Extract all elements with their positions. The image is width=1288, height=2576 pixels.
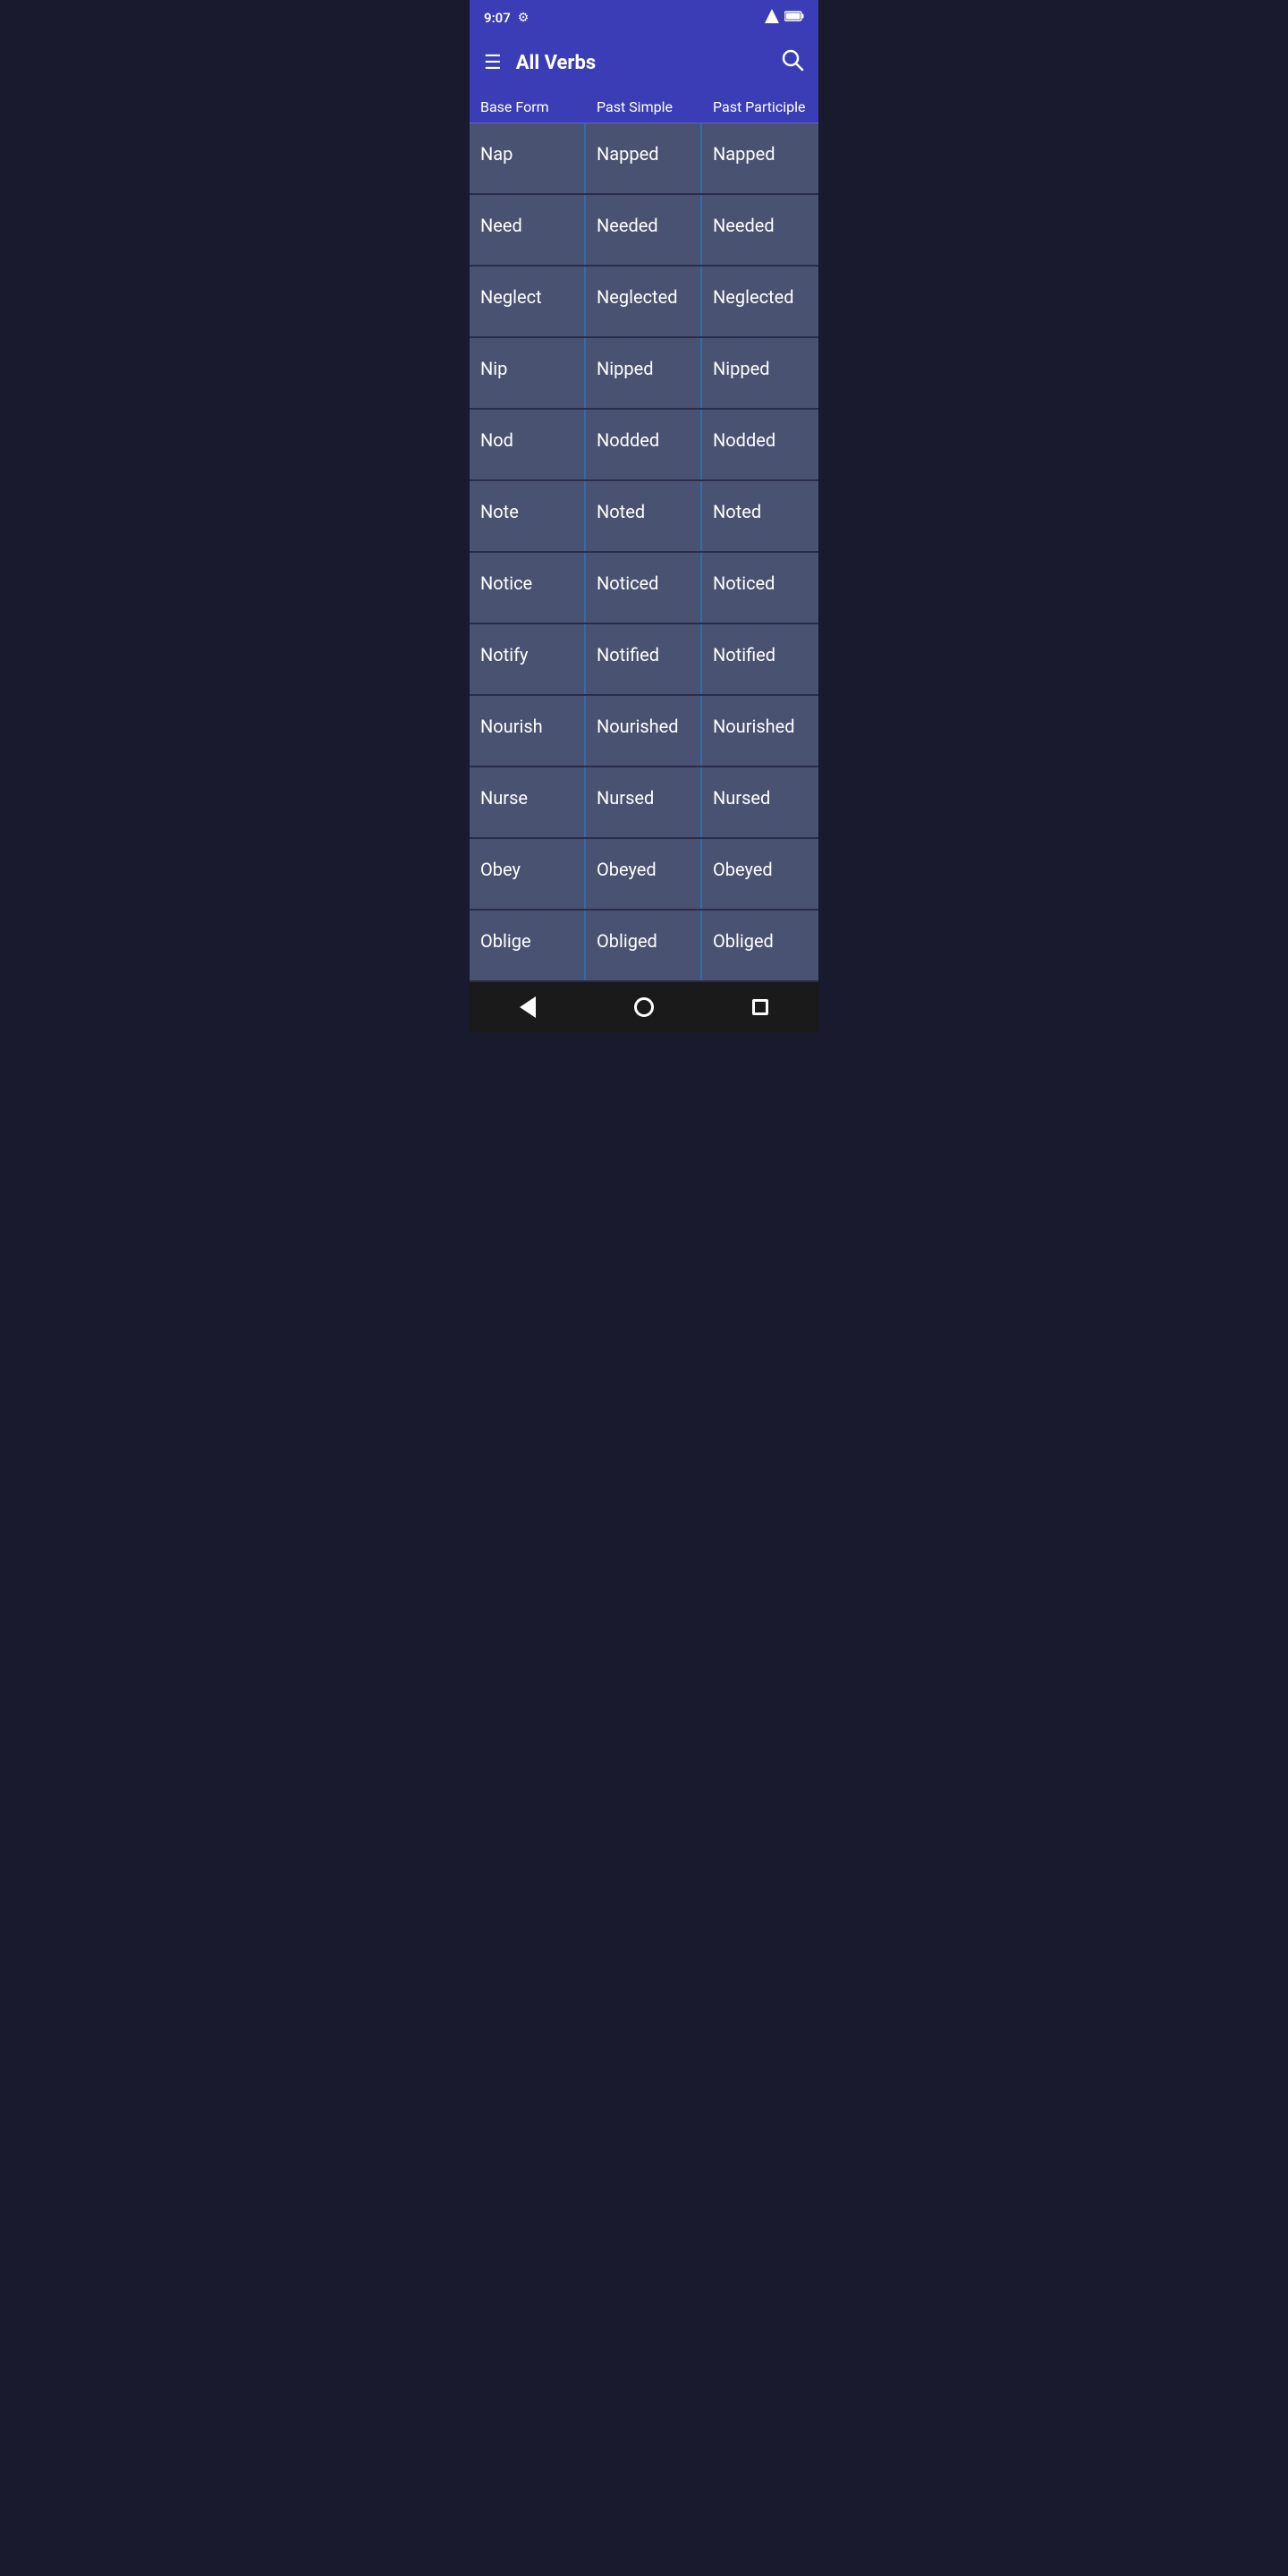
verb-past-participle: Neglected	[702, 267, 818, 336]
status-time: 9:07	[484, 10, 511, 26]
search-icon[interactable]	[781, 48, 804, 77]
verb-past-participle: Noted	[702, 481, 818, 551]
verb-base-form: Nip	[470, 338, 586, 408]
home-circle-icon	[634, 997, 654, 1017]
recent-button[interactable]	[733, 989, 787, 1025]
table-row[interactable]: NapNappedNapped	[470, 123, 818, 195]
nav-bar	[470, 982, 818, 1032]
verb-past-participle: Needed	[702, 195, 818, 265]
table-row[interactable]: ObligeObligedObliged	[470, 911, 818, 982]
table-row[interactable]: NourishNourishedNourished	[470, 696, 818, 767]
recent-square-icon	[752, 999, 768, 1015]
verb-base-form: Neglect	[470, 267, 586, 336]
verb-base-form: Note	[470, 481, 586, 551]
verb-past-participle: Nipped	[702, 338, 818, 408]
verb-past-participle: Nursed	[702, 767, 818, 837]
verb-base-form: Need	[470, 195, 586, 265]
column-headers: Base Form Past Simple Past Participle	[470, 89, 818, 123]
verb-past-simple: Nursed	[586, 767, 702, 837]
gear-icon: ⚙	[518, 11, 530, 25]
table-row[interactable]: NeglectNeglectedNeglected	[470, 267, 818, 338]
table-row[interactable]: NoteNotedNoted	[470, 481, 818, 553]
col-header-base: Base Form	[470, 98, 586, 115]
col-header-past-simple: Past Simple	[586, 98, 702, 115]
verb-past-simple: Obeyed	[586, 839, 702, 909]
verb-past-simple: Neglected	[586, 267, 702, 336]
table-row[interactable]: NipNippedNipped	[470, 338, 818, 410]
status-bar: 9:07 ⚙	[470, 0, 818, 36]
table-row[interactable]: NurseNursedNursed	[470, 767, 818, 839]
verb-base-form: Obey	[470, 839, 586, 909]
verb-base-form: Notice	[470, 553, 586, 623]
verb-past-simple: Notified	[586, 624, 702, 694]
verb-past-participle: Nourished	[702, 696, 818, 766]
verb-past-simple: Noted	[586, 481, 702, 551]
signal-icon	[765, 9, 779, 27]
verb-base-form: Oblige	[470, 911, 586, 980]
verb-past-participle: Obeyed	[702, 839, 818, 909]
table-row[interactable]: NeedNeededNeeded	[470, 195, 818, 267]
back-button[interactable]	[501, 989, 555, 1025]
hamburger-icon[interactable]: ☰	[484, 52, 502, 74]
table-row[interactable]: NodNoddedNodded	[470, 410, 818, 481]
verb-base-form: Nurse	[470, 767, 586, 837]
status-bar-left: 9:07 ⚙	[484, 10, 529, 26]
verb-past-simple: Needed	[586, 195, 702, 265]
verb-past-simple: Noticed	[586, 553, 702, 623]
verb-past-participle: Obliged	[702, 911, 818, 980]
table-row[interactable]: NotifyNotifiedNotified	[470, 624, 818, 696]
verb-past-participle: Napped	[702, 123, 818, 193]
app-title: All Verbs	[516, 52, 596, 74]
app-bar-left: ☰ All Verbs	[484, 52, 596, 74]
verb-past-simple: Napped	[586, 123, 702, 193]
verb-past-simple: Nodded	[586, 410, 702, 479]
verb-past-participle: Nodded	[702, 410, 818, 479]
verb-base-form: Nap	[470, 123, 586, 193]
table-row[interactable]: ObeyObeyedObeyed	[470, 839, 818, 911]
verb-base-form: Nourish	[470, 696, 586, 766]
verb-past-participle: Noticed	[702, 553, 818, 623]
table-row[interactable]: NoticeNoticedNoticed	[470, 553, 818, 624]
verb-past-simple: Nipped	[586, 338, 702, 408]
app-bar: ☰ All Verbs	[470, 36, 818, 89]
verb-table: NapNappedNappedNeedNeededNeededNeglectNe…	[470, 123, 818, 982]
verb-past-simple: Nourished	[586, 696, 702, 766]
verb-past-participle: Notified	[702, 624, 818, 694]
verb-base-form: Notify	[470, 624, 586, 694]
back-triangle-icon	[520, 996, 536, 1018]
status-bar-right	[765, 9, 804, 27]
battery-icon	[784, 10, 804, 26]
verb-base-form: Nod	[470, 410, 586, 479]
col-header-past-participle: Past Participle	[702, 98, 818, 115]
verb-past-simple: Obliged	[586, 911, 702, 980]
home-button[interactable]	[617, 989, 671, 1025]
